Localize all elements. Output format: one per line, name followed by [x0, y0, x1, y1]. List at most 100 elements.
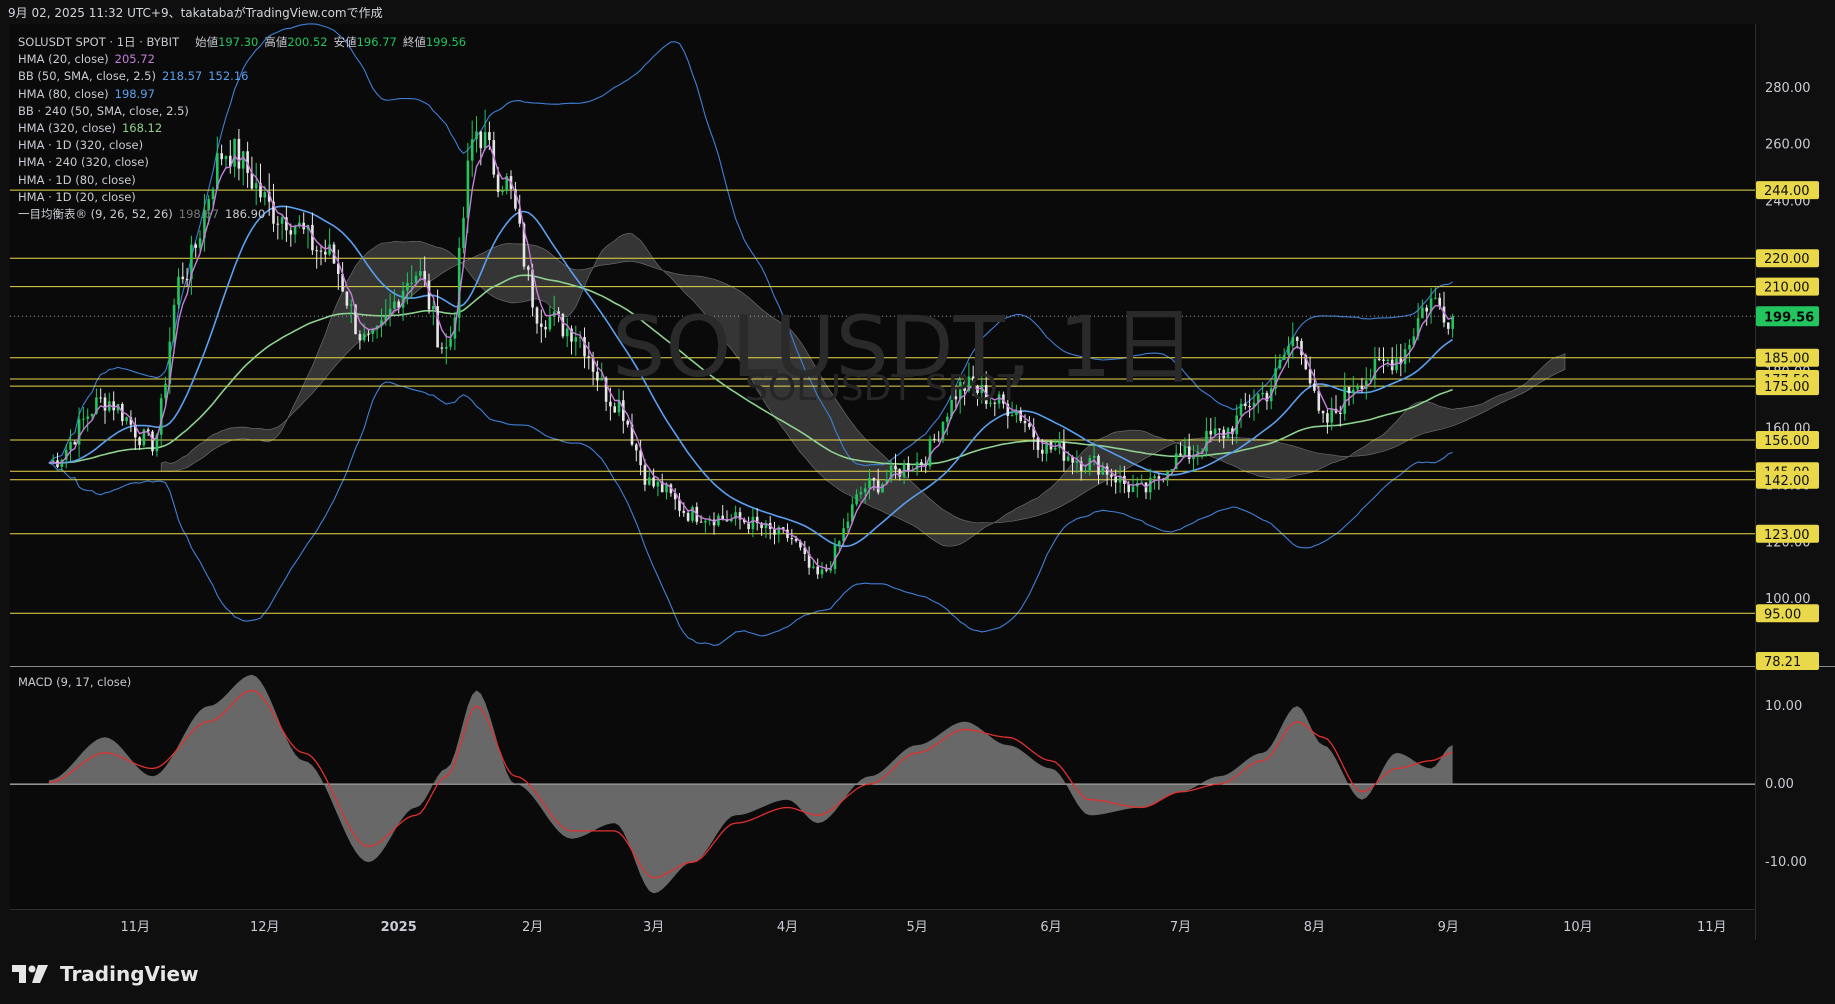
- candle-body: [868, 477, 871, 489]
- indicator-legend-row[interactable]: HMA · 1D (80, close): [18, 172, 466, 189]
- indicator-name: HMA · 1D (320, close): [18, 138, 144, 153]
- open-label: 始値: [195, 35, 219, 49]
- candle-body: [315, 250, 318, 252]
- candle-body: [185, 279, 189, 281]
- candle-body: [1157, 476, 1161, 479]
- level-price-text: 210.00: [1764, 281, 1810, 296]
- candle-body: [583, 337, 586, 357]
- close-value: 199.56: [425, 35, 467, 49]
- candle-body: [479, 131, 483, 149]
- brand-name: TradingView: [60, 962, 199, 986]
- candle-body: [540, 323, 543, 327]
- indicator-legend-row[interactable]: HMA (20, close) 205.72: [18, 51, 466, 68]
- candle-body: [876, 480, 880, 493]
- chart-frame: 280.00260.00240.00220.00200.00180.00160.…: [0, 0, 1835, 1004]
- level-price-text: 244.00: [1764, 184, 1810, 199]
- candle-body: [600, 377, 603, 381]
- price-tick-label: 260.00: [1765, 138, 1811, 153]
- candle-body: [535, 307, 539, 324]
- candle-body: [466, 160, 470, 218]
- candle-body: [565, 328, 569, 337]
- time-tick-label: 2025: [381, 920, 417, 935]
- time-axis[interactable]: 11月 12月 2025 2月 3月 4月 5月 6月 7月 8月 9月 10月 11月: [121, 920, 1727, 935]
- candle-body: [920, 462, 923, 465]
- time-tick-label: 5月: [906, 920, 927, 935]
- candle-body: [1386, 359, 1390, 361]
- indicator-legend-row[interactable]: HMA (320, close) 168.12: [18, 120, 466, 137]
- candle-body: [393, 301, 396, 309]
- candle-body: [643, 465, 647, 485]
- last-price-text: 199.56: [1764, 310, 1814, 325]
- candle-body: [933, 438, 936, 440]
- candle-body: [626, 420, 629, 425]
- level-price-text: 95.00: [1764, 607, 1801, 622]
- chart-legend: SOLUSDT SPOT · 1日 · BYBIT 始値197.30 高値200.5…: [18, 34, 466, 223]
- candle-body: [635, 444, 638, 451]
- macd-axis[interactable]: 10.00 0.00 -10.00: [1765, 699, 1807, 870]
- candle-body: [1287, 345, 1290, 355]
- time-tick-label: 7月: [1170, 920, 1191, 935]
- candle-body: [164, 383, 167, 399]
- candle-body: [82, 418, 85, 420]
- candle-body: [90, 413, 94, 417]
- candle-body: [1377, 359, 1381, 360]
- candle-body: [863, 488, 867, 493]
- candle-body: [613, 406, 616, 413]
- candle-body: [449, 338, 452, 347]
- candle-body: [812, 566, 815, 568]
- time-tick-label: 8月: [1304, 920, 1325, 935]
- indicator-legend-row[interactable]: 一目均衡表® (9, 26, 52, 26) 198.67 186.90: [18, 206, 466, 223]
- candle-body: [686, 512, 690, 521]
- level-price-text: 185.00: [1764, 352, 1810, 367]
- candle-body: [652, 477, 655, 487]
- indicator-legend-row[interactable]: BB (50, SMA, close, 2.5) 218.57 152.16: [18, 68, 466, 85]
- candle-body: [1092, 455, 1096, 458]
- indicator-legend-row[interactable]: HMA · 1D (320, close): [18, 137, 466, 154]
- candle-body: [1066, 456, 1070, 461]
- price-tick-label: 280.00: [1765, 81, 1811, 96]
- candle-body: [816, 566, 819, 575]
- macd-tick-label: 0.00: [1765, 777, 1794, 792]
- candle-body: [1382, 359, 1385, 361]
- indicator-legend-row[interactable]: HMA · 240 (320, close): [18, 154, 466, 171]
- candle-body: [483, 132, 487, 149]
- candle-body: [609, 401, 612, 407]
- indicator-name: HMA · 1D (20, close): [18, 189, 136, 204]
- candle-body: [86, 416, 90, 419]
- candle-body: [1244, 403, 1247, 406]
- candle-body: [125, 417, 128, 422]
- snapshot-caption: 9月 02, 2025 11:32 UTC+9、takatabaがTrading…: [8, 6, 383, 20]
- indicator-legend-row[interactable]: HMA (80, close) 198.97: [18, 86, 466, 103]
- candle-body: [1352, 389, 1355, 394]
- candle-body: [151, 431, 154, 452]
- candle-body: [648, 477, 651, 485]
- candle-body: [177, 276, 180, 305]
- candle-body: [1213, 428, 1217, 435]
- tradingview-logo[interactable]: TradingView: [12, 961, 199, 987]
- indicator-legend-row[interactable]: HMA · 1D (20, close): [18, 189, 466, 206]
- indicator-name: BB · 240 (50, SMA, close, 2.5): [18, 103, 189, 118]
- time-tick-label: 6月: [1040, 920, 1061, 935]
- indicator-legend-row[interactable]: BB · 240 (50, SMA, close, 2.5): [18, 103, 466, 120]
- time-tick-label: 11月: [1697, 920, 1727, 935]
- candle-body: [319, 250, 323, 252]
- time-tick-label: 4月: [777, 920, 798, 935]
- candle-body: [699, 521, 703, 523]
- price-axis[interactable]: 280.00260.00240.00220.00200.00180.00160.…: [1756, 81, 1819, 670]
- candle-body: [937, 439, 940, 441]
- candle-body: [1360, 385, 1364, 389]
- candle-body: [345, 291, 349, 306]
- candle-body: [172, 304, 176, 342]
- time-tick-label: 10月: [1563, 920, 1593, 935]
- symbol-legend-row[interactable]: SOLUSDT SPOT · 1日 · BYBIT 始値197.30 高値200.5…: [18, 34, 466, 51]
- level-price-text: 175.00: [1764, 380, 1810, 395]
- time-tick-label: 9月: [1438, 920, 1459, 935]
- indicator-name: HMA (80, close): [18, 86, 109, 101]
- candle-body: [1054, 447, 1057, 450]
- candle-body: [488, 132, 491, 141]
- candle-body: [1291, 337, 1295, 346]
- candle-body: [293, 226, 297, 235]
- candle-body: [410, 282, 413, 284]
- candle-body: [1330, 408, 1333, 423]
- macd-legend[interactable]: MACD (9, 17, close): [18, 675, 131, 689]
